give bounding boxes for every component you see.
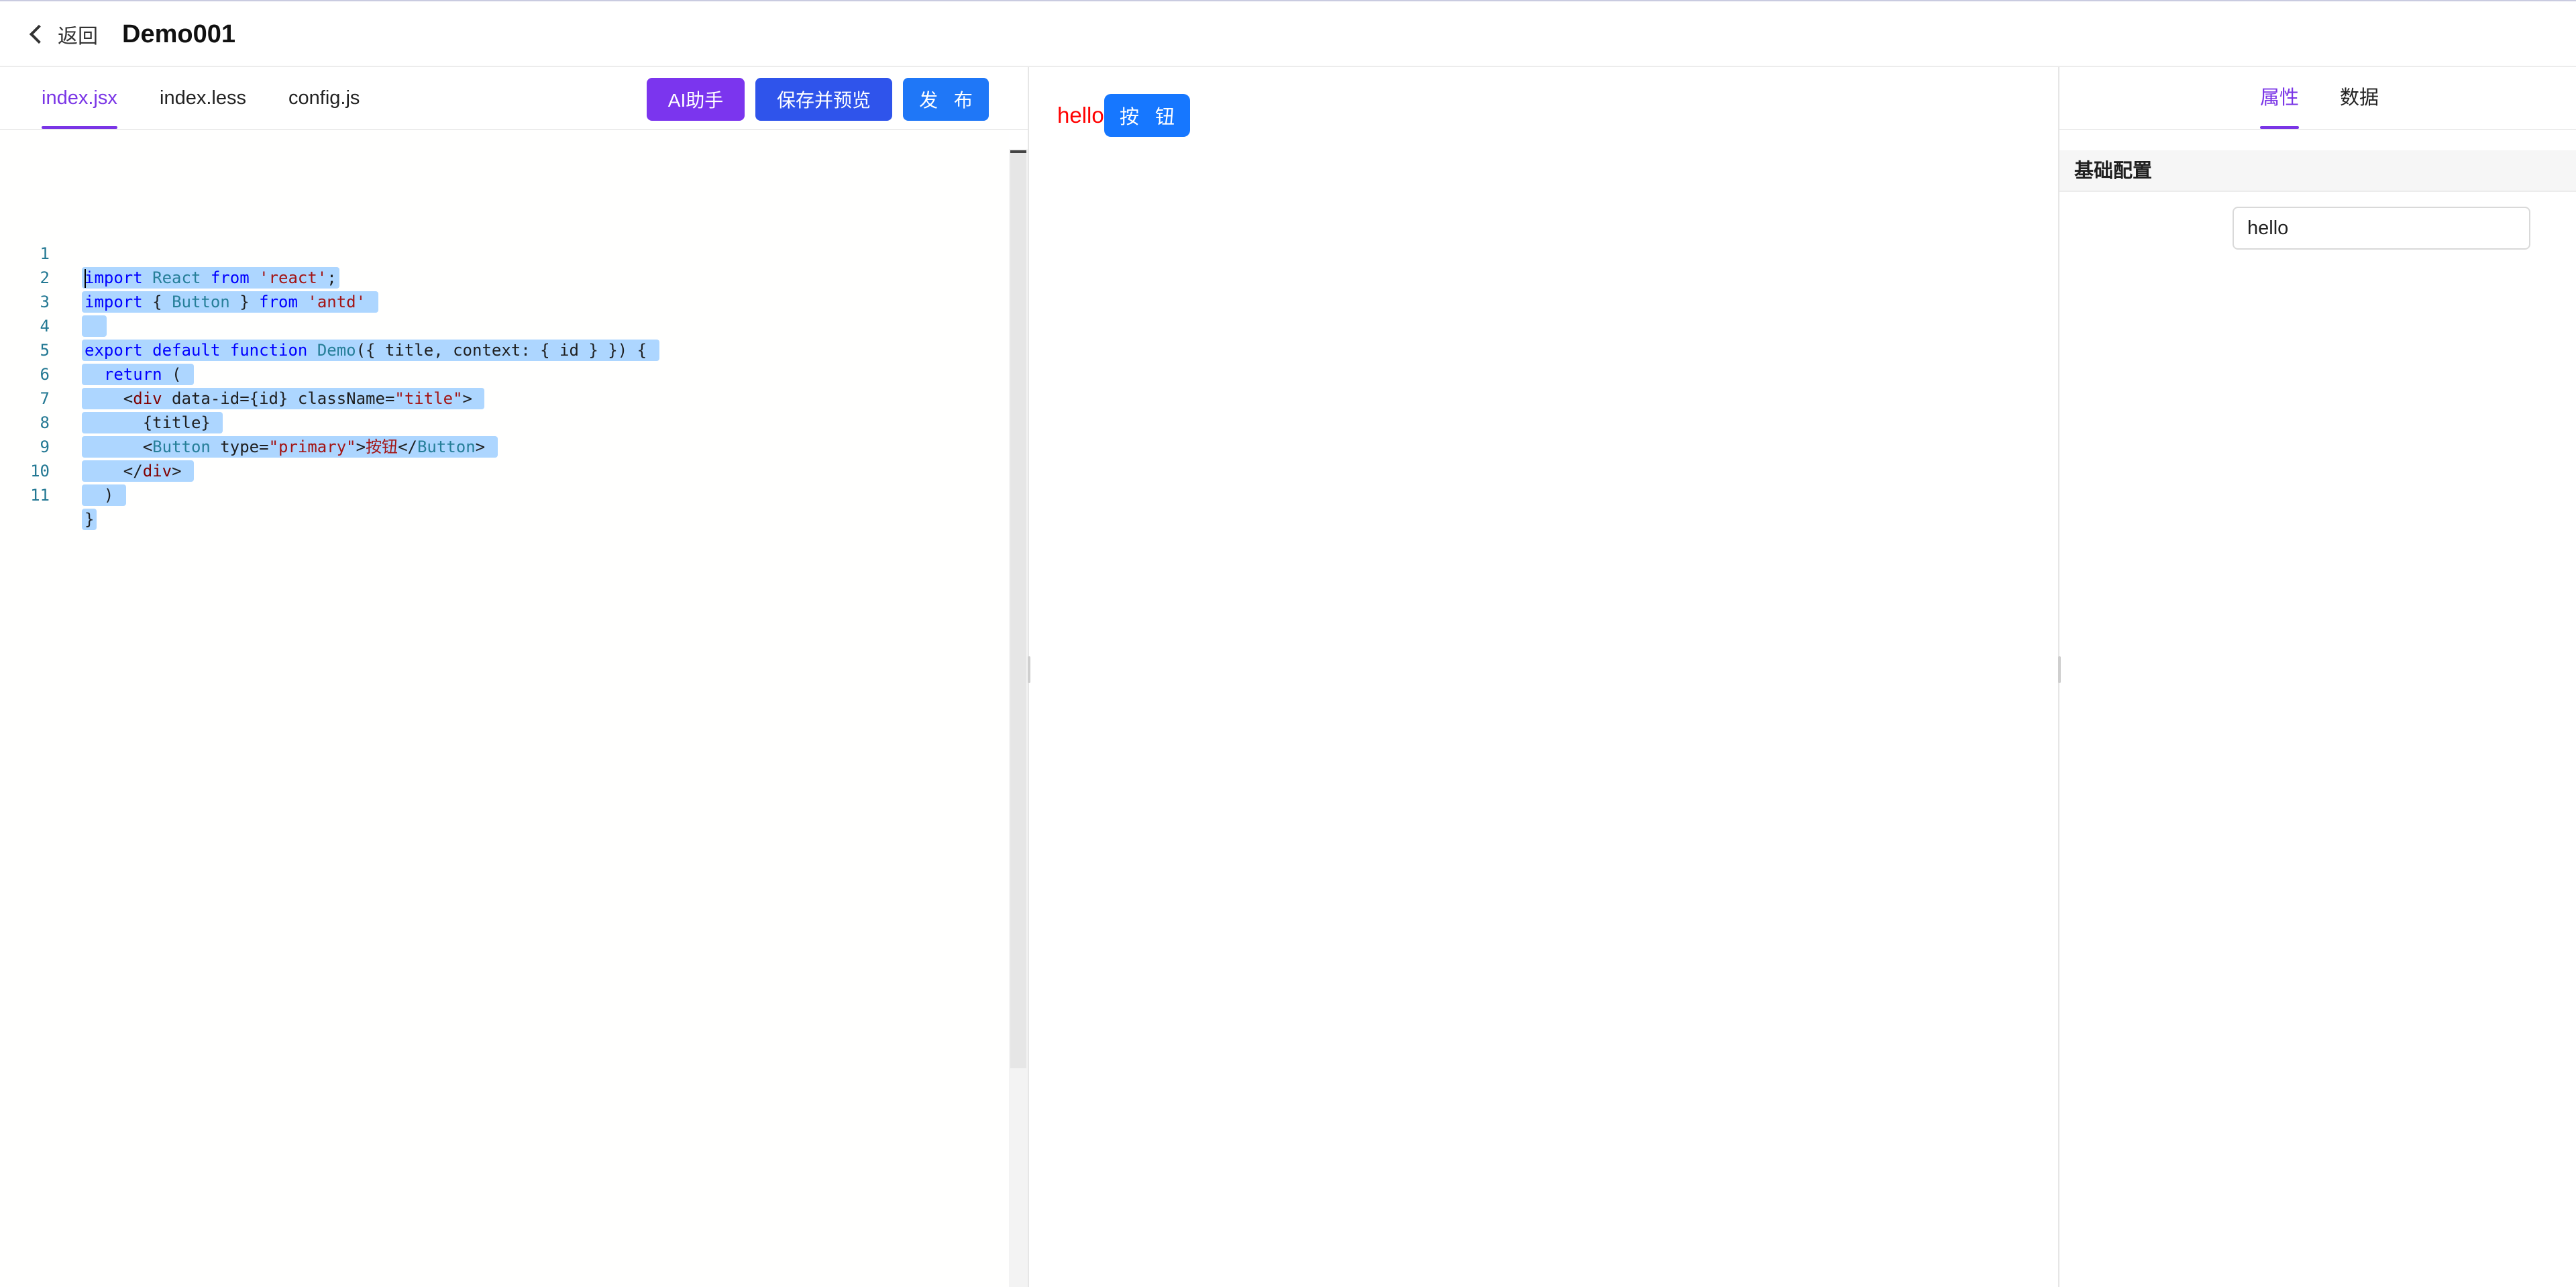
props-tabbar: 属性 数据 [2059,67,2576,130]
section-header: 基础配置 [2059,150,2576,192]
code-editor[interactable]: 1 import React from 'react'; 2 import { … [0,130,1009,1287]
section-title: 基础配置 [2074,160,2153,182]
file-tabbar: index.jsx index.less config.js AI助手 保存并预… [0,67,1028,130]
code-line: 9 </div> [0,411,1006,482]
line-number: 11 [30,486,50,505]
code-line: 8 <Button type="primary">按钮</Button> [0,387,1006,458]
properties-panel: 属性 数据 基础配置 标题: [2059,67,2576,1287]
editor-scrollbar-thumb[interactable] [1010,150,1026,1068]
app-header: 返回 Demo001 [0,1,2576,67]
preview-panel: hello 按 钮 [1029,67,2059,1287]
tab-index-jsx[interactable]: index.jsx [42,86,117,129]
code-line: 1 import React from 'react'; [0,217,1006,289]
ai-assistant-button[interactable]: AI助手 [647,78,745,121]
title-field-input[interactable] [2233,207,2530,250]
back-label: 返回 [58,25,98,48]
preview-title-text: hello [1057,103,1104,127]
code-line: 4 export default function Demo({ title, … [0,290,1006,361]
code-line: 10 ) [0,435,1006,506]
tab-index-less[interactable]: index.less [160,86,246,110]
preview-primary-button[interactable]: 按 钮 [1104,94,1190,137]
chevron-left-icon [29,24,49,44]
tab-properties[interactable]: 属性 [2260,86,2300,129]
code-line: 2 import { Button } from 'antd' [0,242,1006,313]
tab-config-js[interactable]: config.js [288,86,360,110]
code-line: 11 } [0,459,1006,530]
code-line: 6 <div data-id={id} className="title"> [0,338,1006,409]
code-line: 5 return ( [0,314,1006,385]
code-line: 7 {title} [0,362,1006,433]
editor-panel: index.jsx index.less config.js AI助手 保存并预… [0,67,1029,1287]
publish-button[interactable]: 发 布 [903,78,989,121]
tab-data[interactable]: 数据 [2340,86,2379,110]
page-title: Demo001 [122,20,235,48]
save-preview-button[interactable]: 保存并预览 [755,78,892,121]
back-button[interactable]: 返回 [27,19,98,50]
code-line: 3 [0,266,1006,337]
